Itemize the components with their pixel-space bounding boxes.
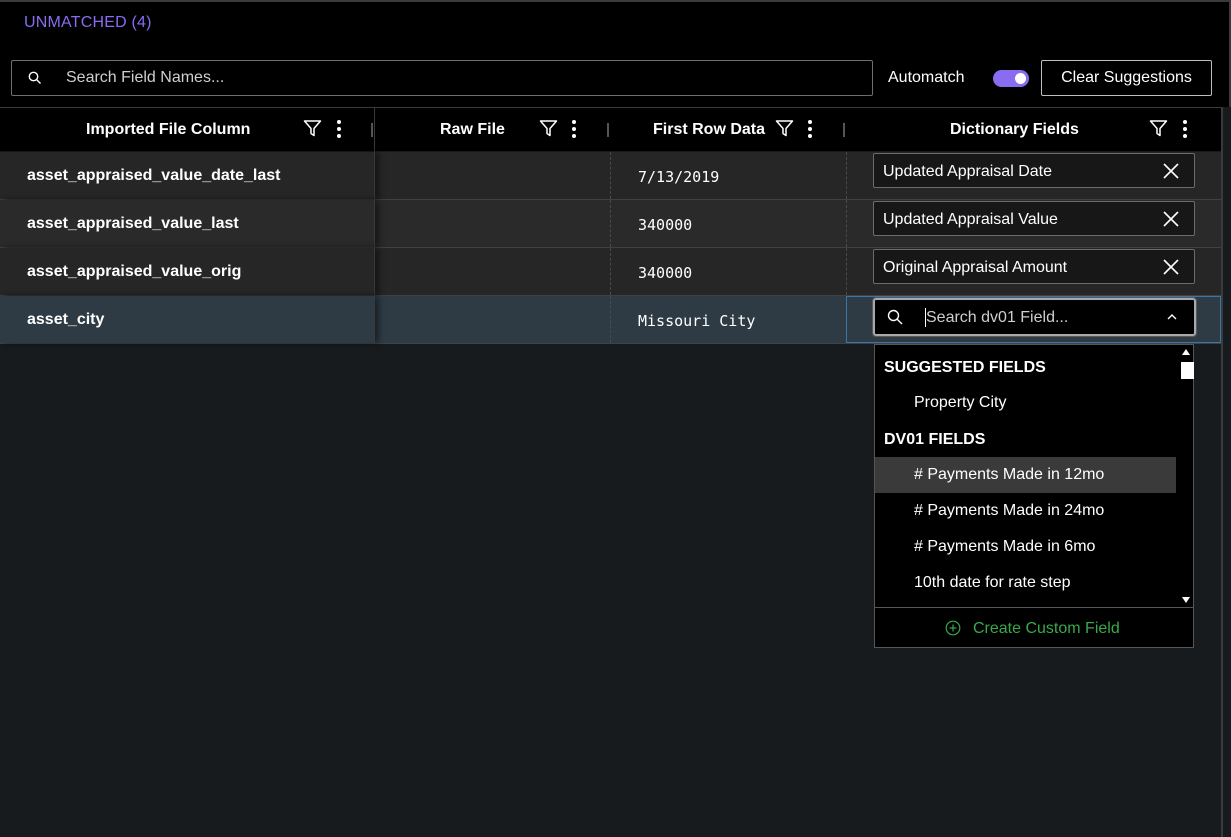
imported-column-cell: asset_appraised_value_date_last <box>27 167 281 184</box>
field-search-input[interactable] <box>66 61 856 95</box>
dropdown-option[interactable]: # Payments Made in 24mo <box>875 493 1176 529</box>
close-icon[interactable] <box>1162 210 1180 228</box>
scrollbar-thumb[interactable] <box>1181 362 1194 379</box>
clear-suggestions-button[interactable]: Clear Suggestions <box>1041 60 1212 96</box>
header-dictionary-fields[interactable]: Dictionary Fields <box>846 108 1221 151</box>
dictionary-field-search[interactable]: Search dv01 Field... <box>872 297 1197 337</box>
cell-divider <box>846 200 847 247</box>
close-icon[interactable] <box>1162 162 1180 180</box>
toolbar-area: UNMATCHED (4) Automatch Clear Suggestion… <box>0 0 1231 107</box>
option-label: # Payments Made in 12mo <box>914 466 1105 483</box>
column-resize-handle[interactable] <box>607 123 609 137</box>
filter-icon[interactable] <box>775 119 794 138</box>
more-vertical-icon[interactable] <box>806 119 814 139</box>
cell-divider <box>610 296 611 343</box>
table-row[interactable]: asset_appraised_value_last 340000 Update… <box>0 200 1221 248</box>
chip-label: Updated Appraisal Date <box>883 163 1052 180</box>
option-label: # Payments Made in 24mo <box>914 502 1105 519</box>
section-title: UNMATCHED (4) <box>24 14 152 31</box>
option-label: 10th date for rate step <box>914 574 1071 591</box>
dropdown-scrollbar[interactable] <box>1178 347 1194 605</box>
first-row-cell: 340000 <box>638 216 693 234</box>
first-row-cell: 340000 <box>638 264 693 282</box>
create-custom-field-button[interactable]: Create Custom Field <box>875 607 1193 647</box>
pinned-cell: asset_city <box>0 296 375 343</box>
cell-divider <box>610 248 611 295</box>
automatch-label: Automatch <box>888 69 965 86</box>
more-vertical-icon[interactable] <box>1181 119 1189 139</box>
filter-icon[interactable] <box>539 119 558 138</box>
cell-divider <box>610 200 611 247</box>
dv01-fields-header: DV01 FIELDS <box>884 431 986 448</box>
window-edge <box>1221 107 1231 837</box>
header-label: Imported File Column <box>86 121 251 138</box>
dictionary-dropdown: SUGGESTED FIELDS Property City DV01 FIEL… <box>874 344 1194 648</box>
pinned-cell: asset_appraised_value_last <box>0 200 375 247</box>
dropdown-list: SUGGESTED FIELDS Property City DV01 FIEL… <box>875 345 1177 605</box>
more-vertical-icon[interactable] <box>335 119 343 139</box>
close-icon[interactable] <box>1162 258 1180 276</box>
scroll-down-arrow-icon[interactable] <box>1182 597 1190 603</box>
field-search-box[interactable] <box>11 60 873 96</box>
pinned-cell: asset_appraised_value_date_last <box>0 152 375 199</box>
create-custom-field-label: Create Custom Field <box>973 620 1120 637</box>
option-label: # Payments Made in 6mo <box>914 538 1096 555</box>
chip-label: Original Appraisal Amount <box>883 259 1068 276</box>
dictionary-search-placeholder: Search dv01 Field... <box>926 309 1069 326</box>
chip-label: Updated Appraisal Value <box>883 211 1058 228</box>
search-icon <box>887 309 903 325</box>
imported-column-cell: asset_appraised_value_orig <box>27 263 242 280</box>
automatch-toggle[interactable] <box>993 70 1029 87</box>
search-icon <box>28 71 41 84</box>
first-row-cell: Missouri City <box>638 312 756 330</box>
filter-icon[interactable] <box>1149 119 1168 138</box>
column-resize-handle[interactable] <box>371 123 373 137</box>
more-vertical-icon[interactable] <box>570 119 578 139</box>
dictionary-field-chip[interactable]: Original Appraisal Amount <box>873 249 1195 284</box>
chevron-up-icon[interactable] <box>1166 312 1178 322</box>
first-row-cell: 7/13/2019 <box>638 168 720 186</box>
dropdown-option-highlighted[interactable]: # Payments Made in 12mo <box>875 457 1176 493</box>
header-raw-file[interactable]: Raw File <box>375 108 610 151</box>
dropdown-option[interactable]: # Payments Made in 6mo <box>875 529 1176 565</box>
header-first-row-data[interactable]: First Row Data <box>610 108 846 151</box>
table-row[interactable]: asset_appraised_value_orig 340000 Origin… <box>0 248 1221 296</box>
imported-column-cell: asset_appraised_value_last <box>27 215 239 232</box>
header-label: Raw File <box>440 121 505 138</box>
toggle-knob <box>1015 73 1026 84</box>
grid-header: Imported File Column Raw File First Row … <box>0 107 1231 152</box>
dictionary-field-chip[interactable]: Updated Appraisal Date <box>873 153 1195 188</box>
scroll-up-arrow-icon[interactable] <box>1182 349 1190 355</box>
cell-divider <box>846 248 847 295</box>
imported-column-cell: asset_city <box>27 311 105 328</box>
option-label: Property City <box>914 394 1007 411</box>
plus-circle-icon <box>945 620 961 636</box>
dropdown-option[interactable]: 10th date for rate step <box>875 565 1176 601</box>
column-resize-handle[interactable] <box>843 123 845 137</box>
header-label: First Row Data <box>653 121 766 138</box>
dictionary-field-chip[interactable]: Updated Appraisal Value <box>873 201 1195 236</box>
header-imported-file-column[interactable]: Imported File Column <box>0 108 374 151</box>
header-label: Dictionary Fields <box>950 121 1079 138</box>
dropdown-option[interactable]: Property City <box>875 385 1176 421</box>
table-row[interactable]: asset_appraised_value_date_last 7/13/201… <box>0 152 1221 200</box>
filter-icon[interactable] <box>303 119 322 138</box>
cell-divider <box>610 152 611 199</box>
suggested-fields-header: SUGGESTED FIELDS <box>884 359 1046 376</box>
cell-divider <box>846 152 847 199</box>
pinned-cell: asset_appraised_value_orig <box>0 248 375 295</box>
